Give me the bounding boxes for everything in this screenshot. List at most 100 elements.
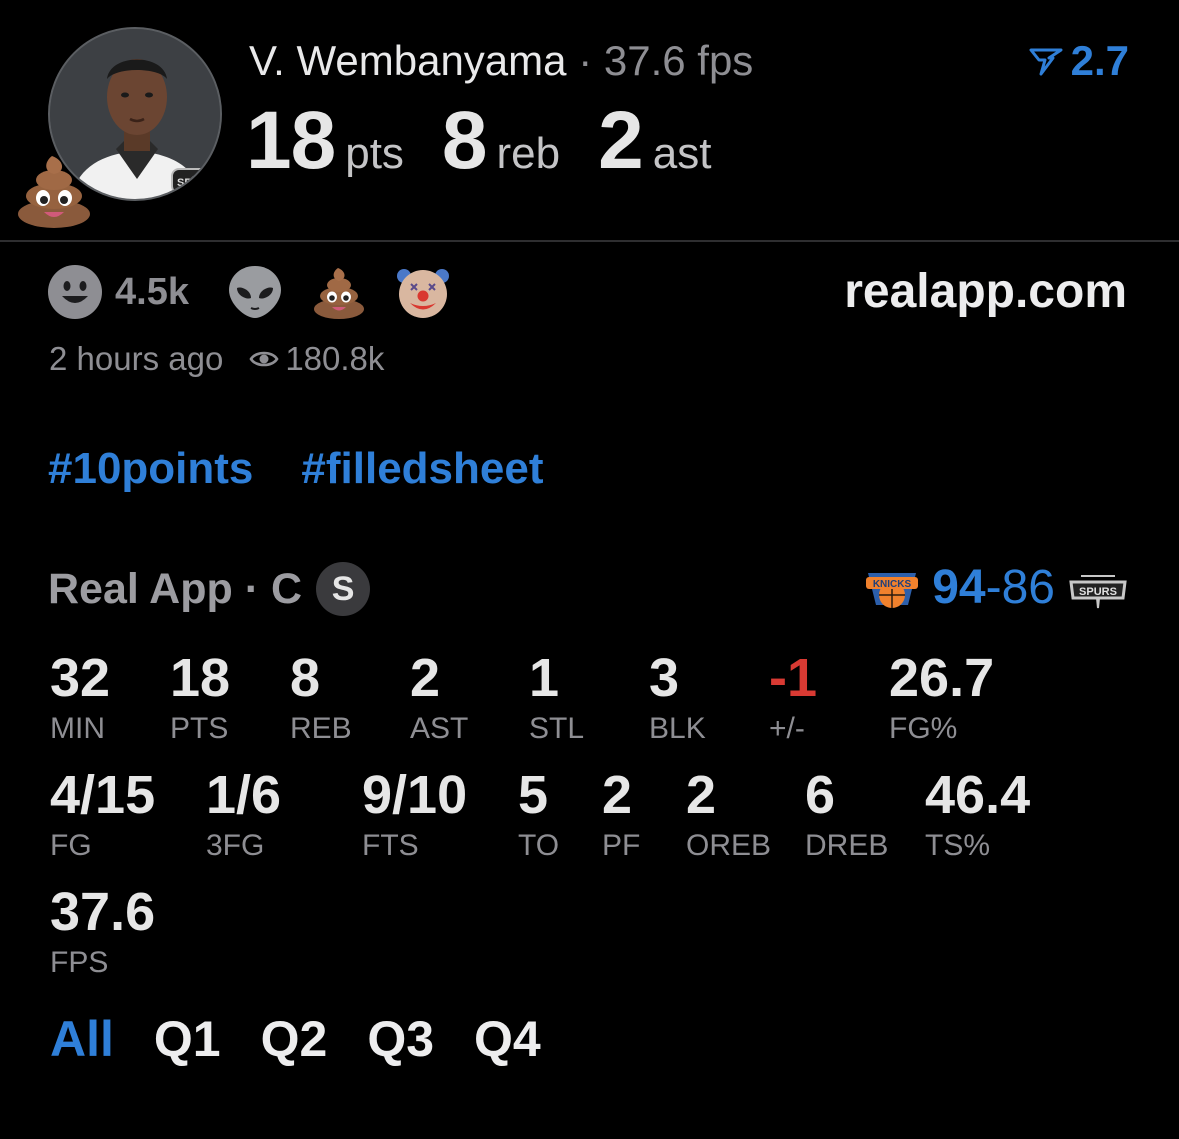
game-score[interactable]: KNICKS 94-86 SPURS xyxy=(864,560,1129,615)
reactions-bar: 4.5k xyxy=(47,262,451,322)
spurs-logo-icon: SPURS xyxy=(1069,574,1127,608)
period-tabs: All Q1 Q2 Q3 Q4 xyxy=(50,1010,541,1068)
tab-all[interactable]: All xyxy=(50,1010,114,1068)
site-link[interactable]: realapp.com xyxy=(844,262,1127,322)
score-text: 94-86 xyxy=(932,560,1055,615)
post-time: 2 hours ago xyxy=(49,340,224,377)
stat-label: FTS xyxy=(362,829,419,862)
stat-reb: 8 REB xyxy=(290,648,352,746)
stat-value: 18 xyxy=(170,648,231,708)
player-header: V. Wembanyama · 37.6 fps xyxy=(249,36,753,86)
reaction-smile[interactable]: 4.5k xyxy=(47,264,189,320)
stat-pts: 18 PTS xyxy=(170,648,230,746)
reaction-poop[interactable] xyxy=(311,264,367,320)
stat-label: TS% xyxy=(925,829,991,862)
s-badge: S xyxy=(316,562,371,616)
smile-icon xyxy=(48,265,102,319)
eye-icon xyxy=(249,348,279,370)
stat-label: AST xyxy=(410,712,469,745)
boost-indicator[interactable]: 2.7 xyxy=(1029,36,1129,86)
stat-label: FPS xyxy=(50,946,109,979)
game-source: Real App · C S xyxy=(48,562,371,616)
stat-label: REB xyxy=(290,712,352,745)
stat-fg-pct: 26.7 FG% xyxy=(889,648,994,746)
stat-value: 2 xyxy=(686,765,717,825)
stat-oreb: 2 OREB xyxy=(686,765,771,863)
reaction-clown[interactable] xyxy=(395,264,451,320)
header-divider xyxy=(0,240,1179,242)
poop-icon xyxy=(313,268,364,319)
stat-label: FG xyxy=(50,829,92,862)
headline-pts-unit: pts xyxy=(345,129,404,178)
stat-ast: 2 AST xyxy=(410,648,468,746)
stat-value: 1/6 xyxy=(206,765,282,825)
stat-label: DREB xyxy=(805,829,889,862)
stat-label: PTS xyxy=(170,712,229,745)
stat-min: 32 MIN xyxy=(50,648,110,746)
stat-blk: 3 BLK xyxy=(649,648,706,746)
svg-text:KNICKS: KNICKS xyxy=(873,579,912,590)
stat-value: 4/15 xyxy=(50,765,156,825)
stat-value: 3 xyxy=(649,648,680,708)
headline-ast-unit: ast xyxy=(652,129,712,178)
stat-value: 32 xyxy=(50,648,111,708)
stat-value: 8 xyxy=(290,648,321,708)
view-count: 180.8k xyxy=(285,340,385,377)
alien-icon xyxy=(228,266,281,318)
stat-fts: 9/10 FTS xyxy=(362,765,467,863)
stat-label: PF xyxy=(602,829,641,862)
source-label: Real App · C xyxy=(48,564,303,613)
reaction-alien[interactable] xyxy=(227,264,283,320)
stat-value: 9/10 xyxy=(362,765,468,825)
stat-value: 5 xyxy=(518,765,549,825)
stat-label: 3FG xyxy=(206,829,265,862)
stat-value: 46.4 xyxy=(925,765,1031,825)
stat-label: TO xyxy=(518,829,560,862)
boost-value: 2.7 xyxy=(1070,37,1129,84)
player-fps: 37.6 fps xyxy=(603,37,754,84)
svg-text:SPURS: SPURS xyxy=(177,177,215,189)
tab-q4[interactable]: Q4 xyxy=(474,1010,541,1068)
headline-ast-value: 2 xyxy=(598,95,644,186)
stat-label: OREB xyxy=(686,829,772,862)
stat-ts-pct: 46.4 TS% xyxy=(925,765,1030,863)
headline-reb-value: 8 xyxy=(441,95,488,186)
headline-pts-value: 18 xyxy=(246,95,336,186)
stat-label: MIN xyxy=(50,712,105,745)
stat-stl: 1 STL xyxy=(529,648,584,746)
hashtag-10points[interactable]: #10points xyxy=(48,444,253,494)
stat-plus-minus: -1 +/- xyxy=(769,648,817,746)
tab-q1[interactable]: Q1 xyxy=(154,1010,221,1068)
stat-value: 2 xyxy=(410,648,441,708)
stat-value: 37.6 xyxy=(50,882,156,942)
tab-q3[interactable]: Q3 xyxy=(367,1010,434,1068)
headline-reb-unit: reb xyxy=(496,129,561,178)
tab-q2[interactable]: Q2 xyxy=(261,1010,328,1068)
score-dash: - xyxy=(985,561,1002,614)
headline-stats: 18 pts 8 reb 2 ast xyxy=(246,94,711,188)
stat-pf: 2 PF xyxy=(602,765,640,863)
stat-value: 26.7 xyxy=(889,648,995,708)
stat-3fg: 1/6 3FG xyxy=(206,765,281,863)
svg-text:SPURS: SPURS xyxy=(1079,586,1117,598)
player-name[interactable]: V. Wembanyama xyxy=(249,37,567,84)
stat-label: BLK xyxy=(649,712,706,745)
separator-dot: · xyxy=(578,37,593,84)
stat-fps: 37.6 FPS xyxy=(50,882,155,980)
stat-value: 2 xyxy=(602,765,633,825)
stat-label: FG% xyxy=(889,712,958,745)
score-home: 94 xyxy=(932,561,986,614)
poop-badge-icon xyxy=(14,150,94,230)
stat-label: +/- xyxy=(769,712,805,745)
stat-fg: 4/15 FG xyxy=(50,765,155,863)
hashtag-filledsheet[interactable]: #filledsheet xyxy=(301,444,543,494)
clown-icon xyxy=(396,269,449,318)
stat-value: -1 xyxy=(769,648,818,708)
smile-count: 4.5k xyxy=(115,270,189,313)
boost-icon xyxy=(1029,48,1063,76)
hashtag-list: #10points #filledsheet xyxy=(48,444,543,494)
stat-value: 1 xyxy=(529,648,560,708)
knicks-logo-icon: KNICKS xyxy=(866,572,919,608)
stat-label: STL xyxy=(529,712,585,745)
stat-value: 6 xyxy=(805,765,836,825)
